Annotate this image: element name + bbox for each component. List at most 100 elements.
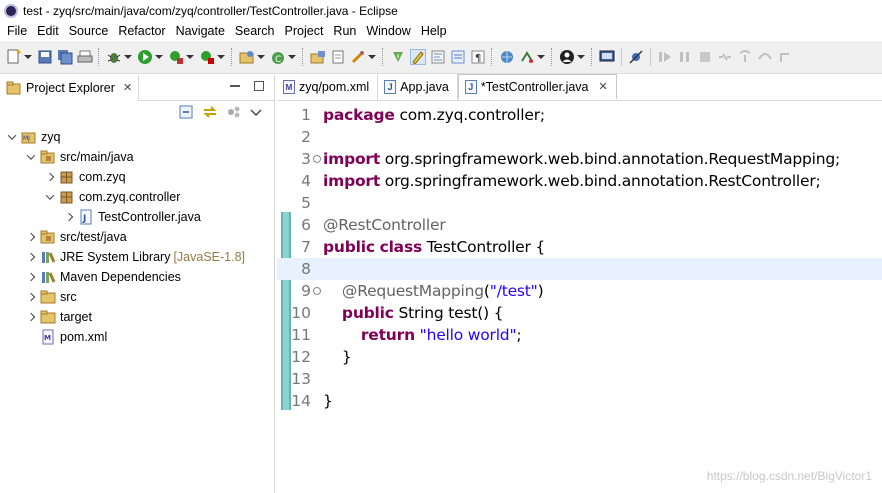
code-line[interactable]: 4 import org.springframework.web.bind.ann… xyxy=(277,170,882,192)
new-icon[interactable] xyxy=(6,49,22,65)
tree-item[interactable]: com.zyq xyxy=(0,167,274,187)
next-annotation-dropdown-icon[interactable] xyxy=(537,49,545,65)
chevron-right-icon[interactable] xyxy=(25,271,37,283)
user-icon[interactable] xyxy=(559,49,575,65)
code-line[interactable]: 11 return "hello world"; xyxy=(277,324,882,346)
open-type-icon[interactable] xyxy=(310,49,326,65)
filter-icon[interactable] xyxy=(226,104,242,123)
close-icon[interactable]: ✕ xyxy=(123,81,132,94)
svg-text:¶: ¶ xyxy=(475,53,481,64)
menu-search[interactable]: Search xyxy=(230,24,280,38)
tree-item[interactable]: com.zyq.controller xyxy=(0,187,274,207)
chevron-down-icon[interactable] xyxy=(6,131,18,143)
menu-run[interactable]: Run xyxy=(328,24,361,38)
code-line[interactable]: 14} xyxy=(277,390,882,412)
menu-help[interactable]: Help xyxy=(416,24,452,38)
code-line[interactable]: 5 xyxy=(277,192,882,214)
code-line[interactable]: 3 import org.springframework.web.bind.ann… xyxy=(277,148,882,170)
tree-item[interactable]: src/main/java xyxy=(0,147,274,167)
menu-refactor[interactable]: Refactor xyxy=(113,24,170,38)
save-all-icon[interactable] xyxy=(57,49,73,65)
code-line[interactable]: 6 @RestController xyxy=(277,214,882,236)
chevron-down-icon[interactable] xyxy=(25,151,37,163)
code-line[interactable]: 13 xyxy=(277,368,882,390)
menu-navigate[interactable]: Navigate xyxy=(171,24,230,38)
editor-tab-app[interactable]: J App.java xyxy=(378,74,458,100)
tree-item[interactable]: MJ zyq xyxy=(0,127,274,147)
debug-dropdown-icon[interactable] xyxy=(124,49,132,65)
search-tool-icon[interactable] xyxy=(350,49,366,65)
project-explorer-tab[interactable]: Project Explorer ✕ xyxy=(0,74,140,101)
new-class-dropdown-icon[interactable] xyxy=(288,49,296,65)
highlighter-icon[interactable] xyxy=(410,49,426,65)
tree-item[interactable]: src/test/java xyxy=(0,227,274,247)
tree-item[interactable]: J TestController.java xyxy=(0,207,274,227)
tree-item[interactable]: target xyxy=(0,307,274,327)
search-tool-dropdown-icon[interactable] xyxy=(368,49,376,65)
chevron-right-icon[interactable] xyxy=(44,171,56,183)
skip-breakpoints-icon[interactable] xyxy=(628,49,644,65)
chevron-down-icon[interactable] xyxy=(44,191,56,203)
tree-item[interactable]: Mpom.xml xyxy=(0,327,274,347)
toggle-mark-occurrences-icon[interactable] xyxy=(390,49,406,65)
chevron-right-icon[interactable] xyxy=(25,251,37,263)
code-text: package com.zyq.controller; xyxy=(321,106,545,124)
close-icon[interactable]: ✕ xyxy=(599,80,608,93)
minimize-icon[interactable] xyxy=(228,79,242,93)
print-icon[interactable] xyxy=(77,49,93,65)
code-line[interactable]: 1 package com.zyq.controller; xyxy=(277,104,882,126)
debug-icon[interactable] xyxy=(106,49,122,65)
new-class-icon[interactable]: C xyxy=(270,49,286,65)
code-line[interactable]: 12 } xyxy=(277,346,882,368)
external-tools-dropdown-icon[interactable] xyxy=(217,49,225,65)
toggle-block-selection-icon[interactable] xyxy=(430,49,446,65)
link-with-editor-icon[interactable] xyxy=(202,104,218,123)
menu-window[interactable]: Window xyxy=(361,24,415,38)
tree-item-decoration: [JavaSE-1.8] xyxy=(173,250,246,264)
new-java-project-icon[interactable] xyxy=(239,49,255,65)
collapse-all-icon[interactable] xyxy=(178,104,194,123)
menu-project[interactable]: Project xyxy=(280,24,329,38)
fold-toggle-icon[interactable] xyxy=(313,287,321,295)
maximize-icon[interactable] xyxy=(252,79,266,93)
run-icon[interactable] xyxy=(137,49,153,65)
chevron-right-icon[interactable] xyxy=(25,311,37,323)
chevron-right-icon[interactable] xyxy=(25,291,37,303)
code-line[interactable]: 9 @RequestMapping("/test") xyxy=(277,280,882,302)
run-dropdown-icon[interactable] xyxy=(155,49,163,65)
save-icon[interactable] xyxy=(37,49,53,65)
chevron-right-icon[interactable] xyxy=(63,211,75,223)
code-token: public xyxy=(323,238,375,256)
code-token: } xyxy=(323,348,352,366)
editor-tab-testcontroller[interactable]: J *TestController.java ✕ xyxy=(457,74,617,100)
code-line[interactable]: 7 public class TestController { xyxy=(277,236,882,258)
new-java-project-dropdown-icon[interactable] xyxy=(257,49,265,65)
code-line[interactable]: 8 xyxy=(277,258,882,280)
show-pilcrow-icon[interactable]: ¶ xyxy=(470,49,486,65)
line-number: 6 xyxy=(301,216,311,234)
monitor-icon[interactable] xyxy=(599,49,615,65)
menu-edit[interactable]: Edit xyxy=(32,24,64,38)
menu-source[interactable]: Source xyxy=(64,24,114,38)
run-last-tool-dropdown-icon[interactable] xyxy=(186,49,194,65)
next-annotation-icon[interactable] xyxy=(519,49,535,65)
editor-tab-pom[interactable]: M zyq/pom.xml xyxy=(277,74,379,100)
globe-icon[interactable] xyxy=(499,49,515,65)
external-tools-icon[interactable] xyxy=(199,49,215,65)
tree-item[interactable]: Maven Dependencies xyxy=(0,267,274,287)
new-dropdown-icon[interactable] xyxy=(24,49,32,65)
open-task-icon[interactable] xyxy=(330,49,346,65)
tree-item[interactable]: src xyxy=(0,287,274,307)
show-whitespace-icon[interactable] xyxy=(450,49,466,65)
menu-file[interactable]: File xyxy=(2,24,32,38)
code-editor[interactable]: 1 package com.zyq.controller; 2 3 import org… xyxy=(277,102,882,493)
tree-item[interactable]: JRE System Library [JavaSE-1.8] xyxy=(0,247,274,267)
view-menu-icon[interactable] xyxy=(250,106,262,121)
code-line[interactable]: 10 public String test() { xyxy=(277,302,882,324)
user-dropdown-icon[interactable] xyxy=(577,49,585,65)
fold-toggle-icon[interactable] xyxy=(313,155,321,163)
chevron-right-icon[interactable] xyxy=(25,231,37,243)
code-line[interactable]: 2 xyxy=(277,126,882,148)
run-last-tool-icon[interactable] xyxy=(168,49,184,65)
